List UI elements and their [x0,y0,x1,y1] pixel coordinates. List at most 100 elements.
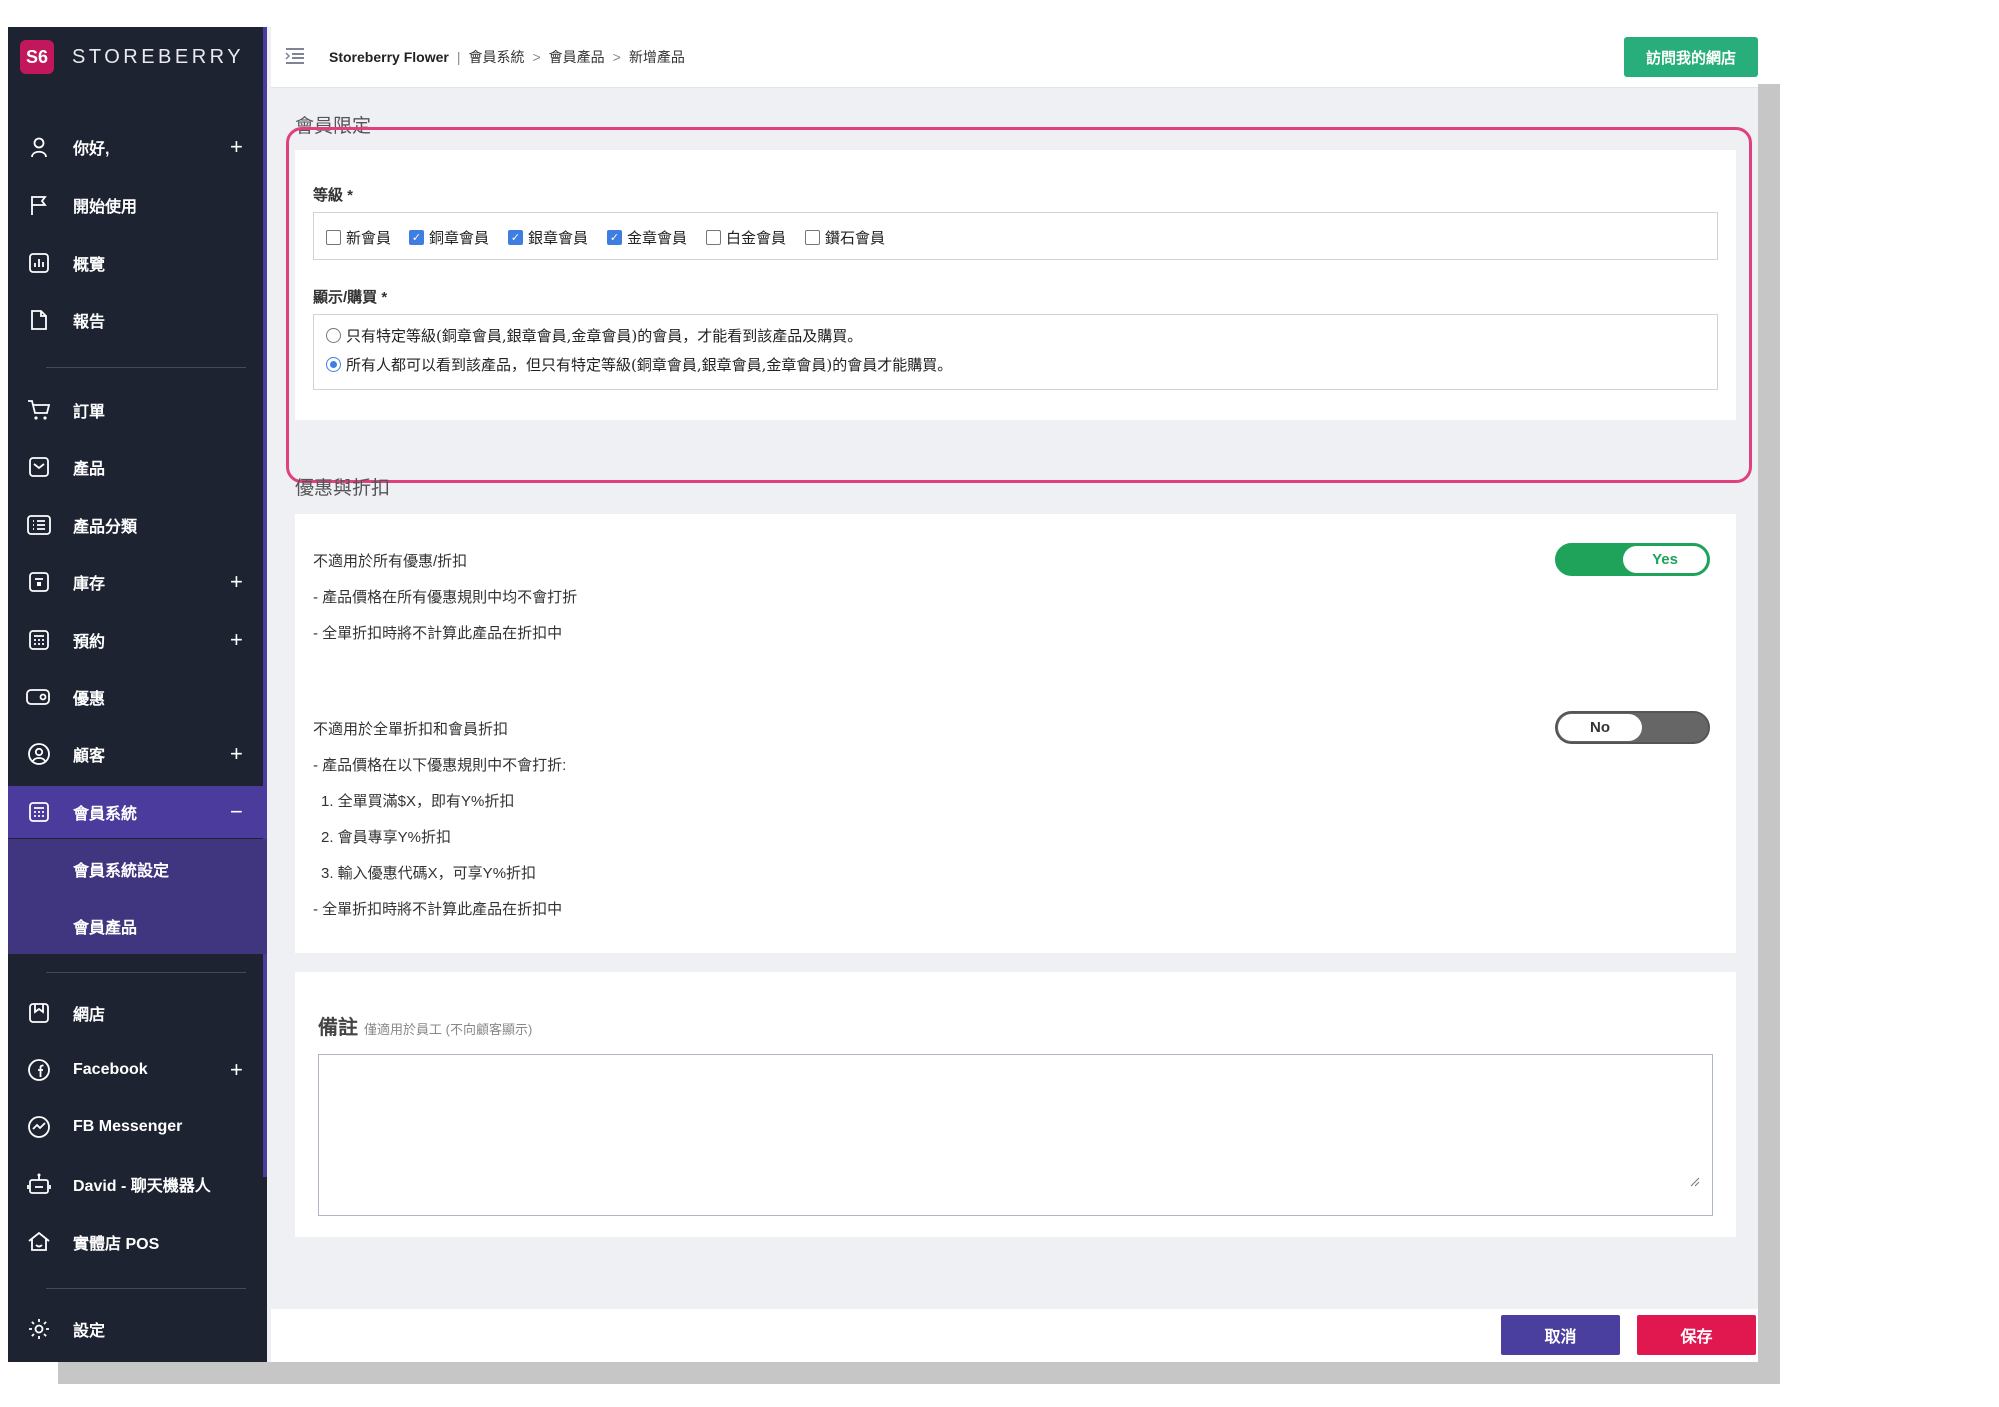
list-icon [26,512,52,538]
breadcrumb-arrow: > [612,49,621,65]
sidebar-item-label: 你好, [73,141,110,158]
discount-card: 不適用於所有優惠/折扣 - 產品價格在所有優惠規則中均不會打折 - 全單折扣時將… [295,514,1736,953]
sidebar-item-fb-messenger[interactable]: FB Messenger [8,1101,267,1153]
breadcrumb-arrow: > [532,49,541,65]
facebook-icon [26,1057,52,1083]
sidebar-item-label: 產品分類 [73,519,138,536]
sidebar-item-label: 會員系統設定 [73,863,170,880]
top-header: Storeberry Flower | 會員系統 > 會員產品 > 新增產品 訪… [271,27,1758,88]
sidebar-subitem-member-products[interactable]: 會員產品 [8,900,267,952]
sidebar-item-overview[interactable]: 概覽 [8,237,267,289]
sidebar-item-reports[interactable]: 報告 [8,294,267,346]
expand-icon[interactable]: + [230,569,243,595]
sidebar-item-label: 會員系統 [73,806,138,823]
sidebar-item-label: 顧客 [73,748,106,765]
sidebar-item-facebook[interactable]: Facebook + [8,1044,267,1096]
sidebar-item-user[interactable]: 你好, + [8,121,267,173]
sidebar-item-label: FB Messenger [73,1118,183,1135]
sidebar-item-label: 設定 [73,1323,106,1340]
rule2-line: 1. 全單買滿$X，即有Y%折扣 [321,793,515,810]
sidebar-item-label: 預約 [73,634,106,651]
rule2-line: 2. 會員專享Y%折扣 [321,829,452,846]
menu-toggle-icon[interactable] [285,47,305,70]
highlight-frame [286,127,1752,483]
collapse-icon[interactable]: − [230,799,243,825]
sidebar-item-get-started[interactable]: 開始使用 [8,179,267,231]
sidebar-item-orders[interactable]: 訂單 [8,384,267,436]
sidebar-item-settings[interactable]: 設定 [8,1303,267,1355]
breadcrumb-member-products[interactable]: 會員產品 [549,47,605,67]
sidebar-item-products[interactable]: 產品 [8,441,267,493]
visit-store-button[interactable]: 訪問我的網店 [1624,37,1758,77]
rule1-title: 不適用於所有優惠/折扣 [313,553,468,570]
expand-icon[interactable]: + [230,134,243,160]
sidebar-divider [46,367,246,368]
expand-icon[interactable]: + [230,627,243,653]
document-icon [26,307,52,333]
notes-hint: 僅適用於員工 (不向顧客顯示) [364,1022,533,1037]
sidebar-item-label: 訂單 [73,404,106,421]
sidebar-item-customers[interactable]: 顧客 + [8,728,267,780]
expand-icon[interactable]: + [230,741,243,767]
messenger-icon [26,1114,52,1140]
discount-section-title: 優惠與折扣 [295,478,391,499]
notes-title-text: 備註 [318,1017,358,1039]
app-window: S6 STOREBERRY 你好, + 開始使用 概覽 報告 訂單 產品 產品分… [8,27,1758,1362]
notes-title: 備註 僅適用於員工 (不向顧客顯示) [318,1011,532,1040]
notes-textarea[interactable] [318,1054,1713,1216]
breadcrumb-separator: | [456,49,461,65]
sidebar-item-chatbot[interactable]: David - 聊天機器人 [8,1158,267,1210]
customer-icon [26,741,52,767]
sidebar-item-label: 會員產品 [73,920,138,937]
sidebar-item-label: Facebook [73,1061,148,1078]
member-icon [26,799,52,825]
rule2-line: 3. 輸入優惠代碼X，可享Y%折扣 [321,865,537,882]
sidebar-item-label: 開始使用 [73,199,138,216]
rule2-title: 不適用於全單折扣和會員折扣 [313,721,509,738]
cart-icon [26,397,52,423]
sidebar-item-promotions[interactable]: 優惠 [8,671,267,723]
user-icon [26,134,52,160]
footer-bar: 取消 保存 [271,1309,1758,1362]
breadcrumb: Storeberry Flower | 會員系統 > 會員產品 > 新增產品 [329,47,685,67]
sidebar-item-label: 庫存 [73,576,106,593]
rule1-line: - 產品價格在所有優惠規則中均不會打折 [313,589,578,606]
sidebar-subitem-member-settings[interactable]: 會員系統設定 [8,843,267,895]
sidebar-item-categories[interactable]: 產品分類 [8,499,267,551]
shop-icon [26,1000,52,1026]
sidebar-item-label: 實體店 POS [73,1236,160,1253]
breadcrumb-membership[interactable]: 會員系統 [468,47,524,67]
sidebar-item-label: 報告 [73,314,106,331]
rule2-toggle[interactable]: No [1555,711,1710,744]
sidebar-item-booking[interactable]: 預約 + [8,614,267,666]
sidebar-item-webshop[interactable]: 網店 [8,987,267,1039]
sidebar-item-inventory[interactable]: 庫存 + [8,556,267,608]
brand[interactable]: S6 STOREBERRY [20,39,244,75]
sidebar-divider [46,972,246,973]
cancel-button[interactable]: 取消 [1501,1315,1620,1355]
rule2-line: - 產品價格在以下優惠規則中不會打折: [313,757,567,774]
gear-icon [26,1316,52,1342]
store-icon [26,1229,52,1255]
product-icon [26,454,52,480]
expand-icon[interactable]: + [230,1057,243,1083]
sidebar-item-membership[interactable]: 會員系統 − [8,786,267,838]
save-button[interactable]: 保存 [1637,1315,1756,1355]
sidebar-item-label: 概覽 [73,257,106,274]
sidebar-item-label: 優惠 [73,691,106,708]
resize-handle-icon[interactable] [1688,1175,1700,1187]
ticket-icon [26,684,52,710]
rule1-toggle[interactable]: Yes [1555,543,1710,576]
chart-icon [26,250,52,276]
flag-icon [26,192,52,218]
rule2-line: - 全單折扣時將不計算此產品在折扣中 [313,901,563,918]
brand-name: STOREBERRY [72,45,245,68]
toggle-knob: No [1558,714,1642,741]
sidebar: S6 STOREBERRY 你好, + 開始使用 概覽 報告 訂單 產品 產品分… [8,27,267,1362]
breadcrumb-store[interactable]: Storeberry Flower [329,49,449,65]
sidebar-divider [46,1288,246,1289]
sidebar-item-label: 產品 [73,461,106,478]
sidebar-item-pos[interactable]: 實體店 POS [8,1216,267,1268]
storeberry-logo-icon: S6 [20,40,54,74]
toggle-knob: Yes [1623,546,1707,573]
